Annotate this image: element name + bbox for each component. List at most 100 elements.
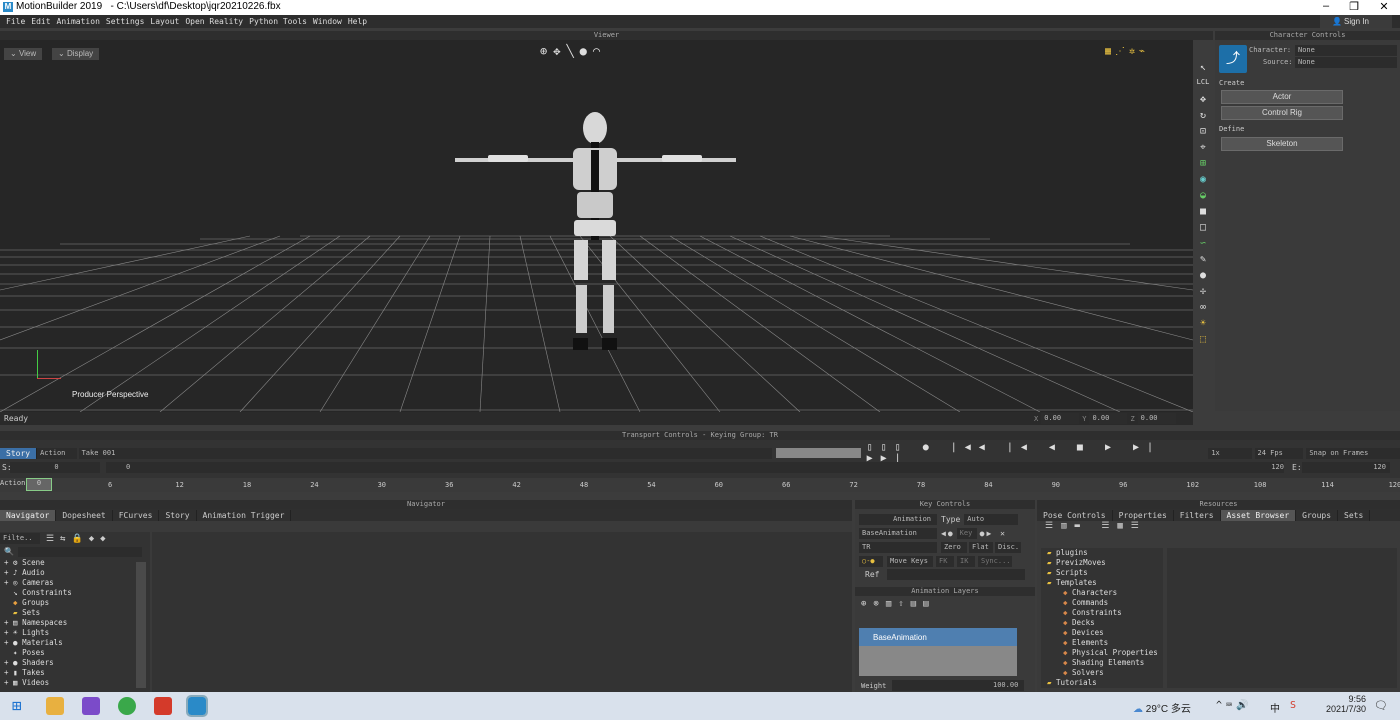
asset-tree-item[interactable]: ◆ Characters: [1041, 588, 1163, 598]
minimize-button[interactable]: –: [1312, 0, 1340, 12]
timeline-bar[interactable]: [776, 448, 861, 458]
asset-tree-item[interactable]: ◆ Constraints: [1041, 608, 1163, 618]
scale-tool-icon[interactable]: ⊡: [1193, 126, 1213, 142]
tab-dopesheet[interactable]: Dopesheet: [56, 509, 113, 521]
character-icon[interactable]: ⤴: [1219, 45, 1247, 73]
end-frame-field[interactable]: 120: [1242, 462, 1284, 473]
menu-layout[interactable]: Layout: [150, 17, 179, 26]
chrome-icon[interactable]: [118, 697, 136, 715]
rotate-tool-icon[interactable]: ↻: [1193, 110, 1213, 126]
sun-tool-icon[interactable]: ☀: [1193, 318, 1213, 334]
asset-tree-item[interactable]: ◆ Shading Elements: [1041, 658, 1163, 668]
tab-navigator[interactable]: Navigator: [0, 509, 57, 521]
close-button[interactable]: ✕: [1370, 0, 1398, 13]
asset-tree-item[interactable]: ◆ Solvers: [1041, 668, 1163, 678]
control-rig-button[interactable]: Control Rig: [1221, 106, 1343, 120]
tree-item-audio[interactable]: + ♪ Audio: [4, 568, 150, 578]
light-tool-icon[interactable]: ◉: [1193, 174, 1213, 190]
start-frame-field[interactable]: 0: [10, 462, 100, 473]
pivot-tool-icon[interactable]: ⌖: [1193, 142, 1213, 158]
motionbuilder-taskbar-icon[interactable]: [186, 695, 208, 717]
tab-groups[interactable]: Groups: [1296, 509, 1339, 521]
tray-icons[interactable]: ^⌨🔊: [1216, 700, 1253, 711]
tab-sets[interactable]: Sets: [1338, 509, 1371, 521]
frame-tool-icon[interactable]: ⬚: [1193, 334, 1213, 350]
asset-tree-item[interactable]: ◆ Elements: [1041, 638, 1163, 648]
tab-filters[interactable]: Filters: [1174, 509, 1221, 521]
frame-ruler[interactable]: Action 0 6 12 18 24 30 36 42 48 54 60 66 72 78 84 90 96…: [0, 478, 1400, 492]
tree-item-takes[interactable]: + ▮ Takes: [4, 668, 150, 678]
key-mode-icon[interactable]: ○-●: [859, 555, 883, 567]
playback-buttons[interactable]: ▯▯▯ ● |◀◀ |◀ ◀ ■ ▶ ▶| ▶▶|: [867, 442, 1195, 464]
tree-item-constraints[interactable]: ↘ Constraints: [4, 588, 150, 598]
curve-tool-icon[interactable]: ∽: [1193, 238, 1213, 254]
link-tool-icon[interactable]: ∞: [1193, 302, 1213, 318]
ball-tool-icon[interactable]: ●: [1193, 270, 1213, 286]
transform-tool-icon[interactable]: ⊞: [1193, 158, 1213, 174]
search-input[interactable]: [17, 546, 142, 557]
tree-item-materials[interactable]: + ● Materials: [4, 638, 150, 648]
tab-properties[interactable]: Properties: [1113, 509, 1174, 521]
menu-python-tools[interactable]: Python Tools: [249, 17, 307, 26]
tree-item-lights[interactable]: + ☀ Lights: [4, 628, 150, 638]
tree-item-scene[interactable]: + ⚙ Scene: [4, 558, 150, 568]
tab-asset-browser[interactable]: Asset Browser: [1220, 509, 1297, 521]
ime-indicator[interactable]: 中: [1270, 700, 1280, 715]
select-tool-icon[interactable]: ↖: [1193, 62, 1213, 78]
asset-browser-toolbar-icons[interactable]: ☰▥▬ ☰▦☰: [1037, 521, 1400, 535]
weight-slider[interactable]: 100.00: [892, 680, 1025, 691]
file-explorer-icon[interactable]: [46, 697, 64, 715]
cube-tool-icon[interactable]: ■: [1193, 206, 1213, 222]
tree-item-poses[interactable]: ✦ Poses: [4, 648, 150, 658]
mode-select[interactable]: Action: [37, 447, 77, 459]
translate-tool-icon[interactable]: ✥: [1193, 94, 1213, 110]
fps-select[interactable]: 24 Fps: [1254, 447, 1304, 459]
move-keys-button[interactable]: Move Keys: [887, 555, 933, 567]
maximize-button[interactable]: ❐: [1340, 0, 1368, 13]
zero-button[interactable]: Zero: [941, 541, 967, 553]
antivirus-icon[interactable]: S: [1290, 700, 1296, 711]
current-frame-marker[interactable]: 0: [26, 478, 52, 491]
end-field[interactable]: 120: [1302, 462, 1390, 473]
clock[interactable]: 9:56 2021/7/30: [1306, 694, 1366, 714]
layer-toolbar-icons[interactable]: ⊕⊗▥⇧▤▤: [855, 596, 1035, 612]
menu-window[interactable]: Window: [313, 17, 342, 26]
visual-studio-icon[interactable]: [82, 697, 100, 715]
asset-tree-item[interactable]: ▰ Scripts: [1041, 568, 1163, 578]
notification-icon[interactable]: 🗨: [1374, 699, 1388, 712]
tab-animation-trigger[interactable]: Animation Trigger: [197, 509, 292, 521]
navigator-toolbar-icons[interactable]: ☰⇆🔒◆◆: [46, 534, 112, 544]
source-select[interactable]: None: [1295, 57, 1397, 68]
ref-select[interactable]: [887, 569, 1025, 580]
menu-help[interactable]: Help: [348, 17, 367, 26]
menu-file[interactable]: File: [6, 17, 25, 26]
next-key-button[interactable]: ●▶ ✕: [980, 529, 1007, 538]
key-button[interactable]: Key: [956, 527, 977, 539]
tree-item-namespaces[interactable]: + ▤ Namespaces: [4, 618, 150, 628]
disc-button[interactable]: Disc.: [995, 541, 1021, 553]
menu-edit[interactable]: Edit: [31, 17, 50, 26]
prev-key-button[interactable]: ◀●: [941, 529, 955, 538]
tab-fcurves[interactable]: FCurves: [113, 509, 160, 521]
local-tool-icon[interactable]: LCL: [1193, 78, 1213, 94]
asset-tree-item[interactable]: ▰ PrevizMoves: [1041, 558, 1163, 568]
sphere-tool-icon[interactable]: ◒: [1193, 190, 1213, 206]
windows-start-icon[interactable]: ⊞: [12, 697, 30, 715]
story-toggle[interactable]: Story: [0, 447, 38, 459]
asset-tree-item[interactable]: ◆ Physical Properties: [1041, 648, 1163, 658]
flat-button[interactable]: Flat: [969, 541, 993, 553]
snap-select[interactable]: Snap on Frames: [1306, 447, 1400, 459]
joint-tool-icon[interactable]: ✢: [1193, 286, 1213, 302]
tree-item-cameras[interactable]: + ◎ Cameras: [4, 578, 150, 588]
asset-tree-item[interactable]: ▰ Tutorials: [1041, 678, 1163, 688]
asset-tree-item[interactable]: ▰ Templates: [1041, 578, 1163, 588]
ik-button[interactable]: IK: [957, 555, 975, 567]
filter-select[interactable]: Filte..: [0, 533, 40, 544]
menu-settings[interactable]: Settings: [106, 17, 145, 26]
animation-mode-select[interactable]: Animation: [859, 514, 937, 525]
keying-group-select[interactable]: TR: [859, 541, 937, 553]
wps-icon[interactable]: [154, 697, 172, 715]
speed-select[interactable]: 1x: [1208, 447, 1252, 459]
menu-animation[interactable]: Animation: [57, 17, 100, 26]
tab-pose-controls[interactable]: Pose Controls: [1037, 509, 1113, 521]
